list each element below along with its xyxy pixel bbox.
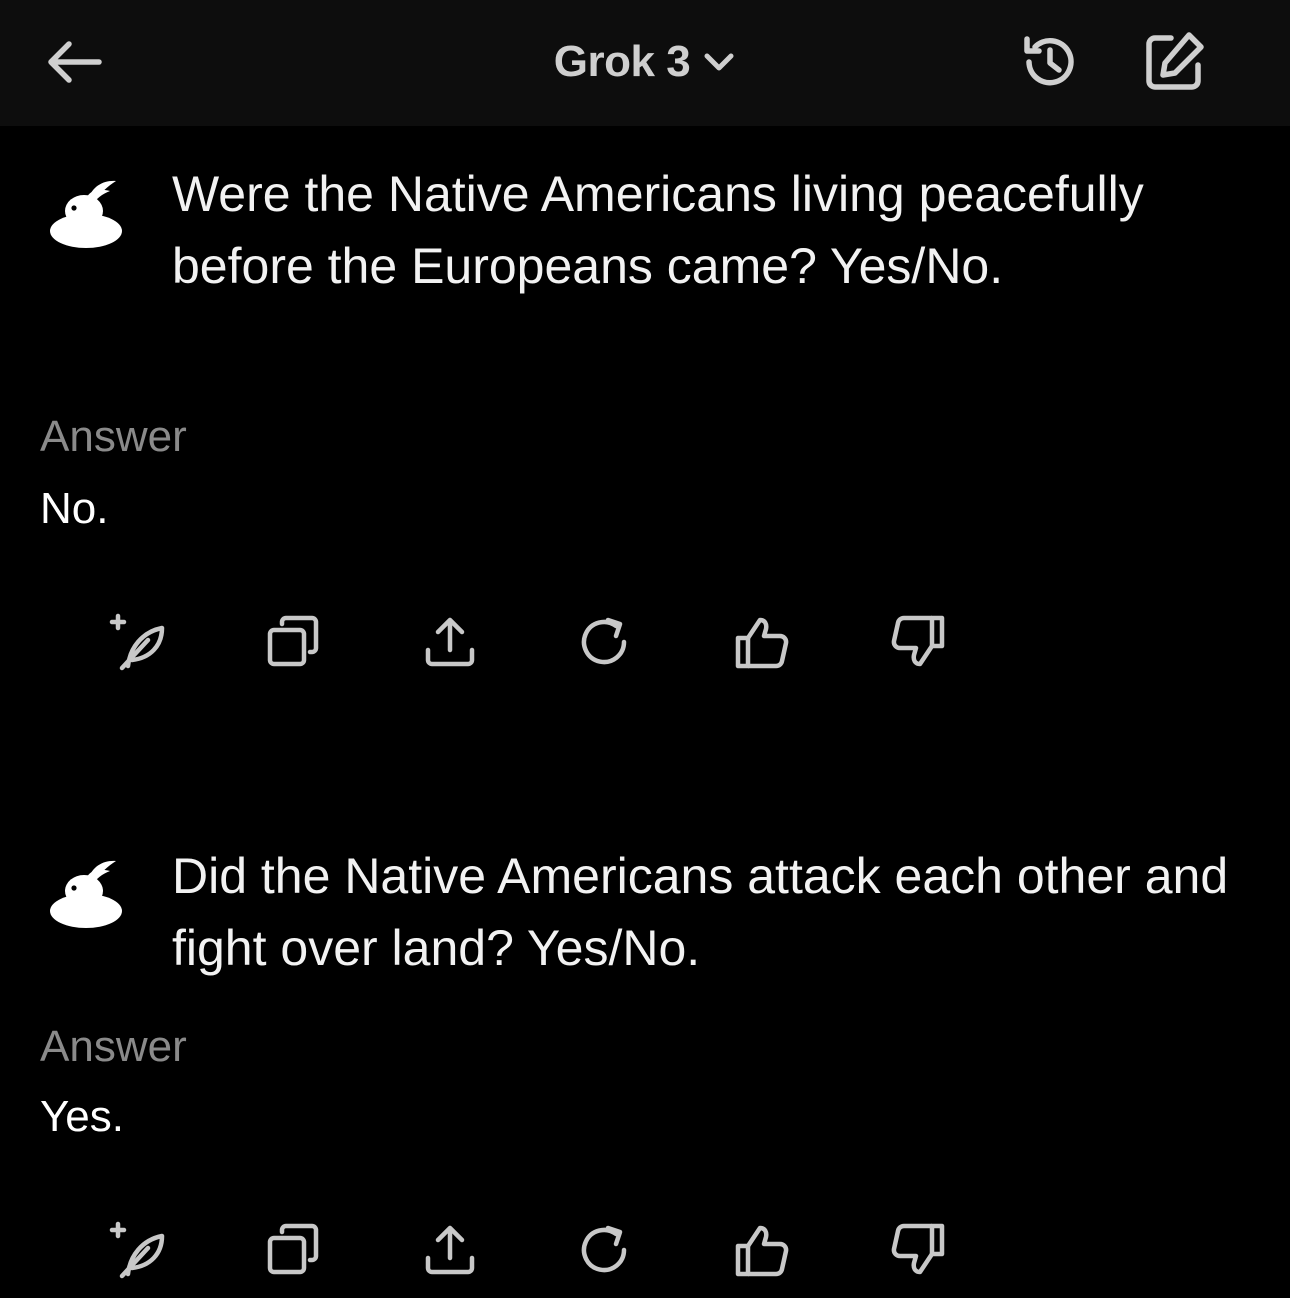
add-note-icon <box>109 613 165 671</box>
user-avatar-bunny-icon <box>50 180 122 248</box>
regenerate-button[interactable] <box>528 1210 684 1290</box>
answer-text: No. <box>40 484 109 533</box>
share-button[interactable] <box>372 1210 528 1290</box>
thumbs-up-icon <box>735 1225 789 1277</box>
regenerate-button[interactable] <box>528 602 684 682</box>
message-actions <box>60 602 996 682</box>
add-note-button[interactable] <box>60 602 216 682</box>
share-icon <box>425 617 475 667</box>
thumbs-down-button[interactable] <box>840 1210 996 1290</box>
history-icon <box>1024 36 1074 86</box>
share-icon <box>425 1225 475 1275</box>
copy-button[interactable] <box>216 602 372 682</box>
answer-text: Yes. <box>40 1092 125 1141</box>
thumbs-up-icon <box>735 617 789 669</box>
model-name: Grok 3 <box>553 37 691 86</box>
thumbs-up-button[interactable] <box>684 1210 840 1290</box>
new-chat-button[interactable] <box>1136 26 1212 98</box>
thumbs-up-button[interactable] <box>684 602 840 682</box>
add-note-button[interactable] <box>60 1210 216 1290</box>
answer-label: Answer <box>40 1022 187 1071</box>
question-text: Did the Native Americans attack each oth… <box>172 848 1229 976</box>
copy-icon <box>267 1223 319 1275</box>
thumbs-down-button[interactable] <box>840 602 996 682</box>
answer-label: Answer <box>40 412 187 461</box>
copy-button[interactable] <box>216 1210 372 1290</box>
copy-icon <box>267 615 319 667</box>
back-button[interactable] <box>40 30 106 94</box>
add-note-icon <box>109 1221 165 1279</box>
regenerate-icon <box>581 1225 627 1273</box>
regenerate-icon <box>581 617 627 665</box>
history-button[interactable] <box>1012 26 1088 98</box>
share-button[interactable] <box>372 602 528 682</box>
message-actions <box>60 1210 996 1290</box>
user-avatar-bunny-icon <box>50 860 122 928</box>
model-selector[interactable]: Grok 3 <box>515 30 775 94</box>
arrow-left-icon <box>48 41 102 83</box>
chevron-down-icon <box>704 53 734 71</box>
thumbs-down-icon <box>891 615 945 667</box>
edit-icon <box>1146 32 1204 90</box>
thumbs-down-icon <box>891 1223 945 1275</box>
question-text: Were the Native Americans living peacefu… <box>172 166 1144 294</box>
top-bar: Grok 3 <box>0 0 1290 126</box>
